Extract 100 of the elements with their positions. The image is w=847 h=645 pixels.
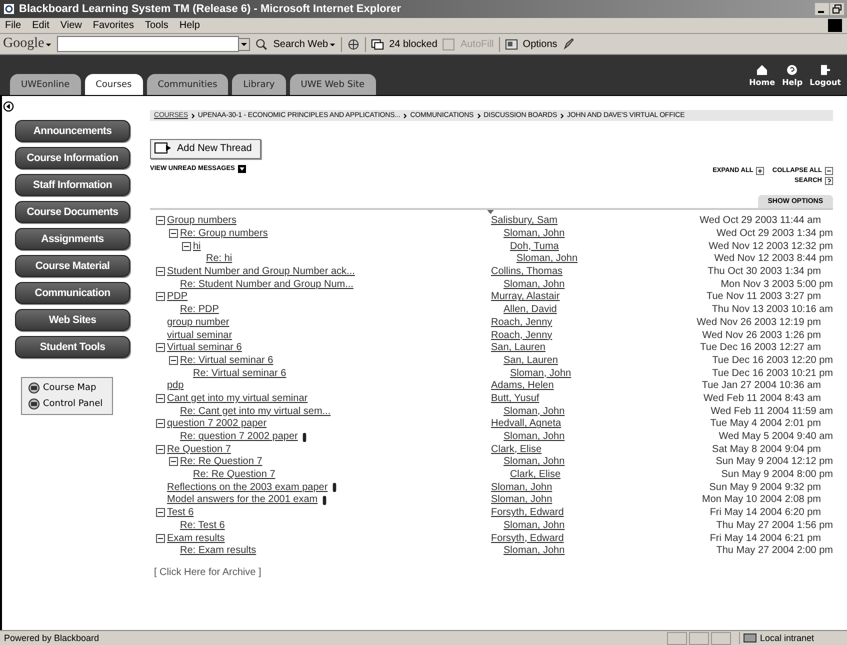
author-link[interactable]: Murray, Alastair	[491, 291, 671, 302]
author-link[interactable]: Sloman, John	[504, 406, 684, 417]
author-link[interactable]: Clark, Elise	[491, 444, 671, 455]
course-menu-button[interactable]: Web Sites	[15, 309, 130, 331]
thread-subject-link[interactable]: Re: Exam results	[180, 545, 256, 556]
thread-subject-link[interactable]: Group numbers	[167, 215, 236, 226]
thread-subject-link[interactable]: Re Question 7	[167, 444, 231, 455]
thread-subject-link[interactable]: Exam results	[167, 532, 225, 544]
minus-icon[interactable]	[156, 534, 165, 543]
thread-subject-link[interactable]: hi	[193, 240, 201, 252]
course-map-link[interactable]: Course Map	[43, 383, 96, 393]
tab[interactable]: UWE Web Site	[290, 74, 376, 95]
minus-icon[interactable]	[156, 343, 165, 352]
minus-icon[interactable]	[156, 419, 165, 428]
minus-icon[interactable]	[169, 457, 178, 466]
pencil-icon[interactable]	[562, 38, 576, 50]
author-link[interactable]: Sloman, John	[504, 520, 684, 531]
author-link[interactable]: Sloman, John	[504, 228, 684, 240]
tab[interactable]: Communities	[146, 74, 228, 95]
minimize-button[interactable]	[815, 3, 829, 15]
thread-subject-link[interactable]: Test 6	[167, 507, 194, 518]
round-icon[interactable]	[28, 382, 40, 394]
options-button[interactable]: Options	[522, 38, 558, 50]
windows-icon[interactable]	[371, 38, 384, 50]
author-link[interactable]: Forsyth, Edward	[491, 507, 671, 518]
author-link[interactable]: Sloman, John	[504, 278, 684, 290]
thread-subject-link[interactable]: group number	[167, 316, 230, 328]
thread-subject-link[interactable]: Model answers for the 2001 exam	[167, 494, 318, 506]
help-link[interactable]: Help	[782, 78, 803, 86]
door-icon[interactable]	[819, 64, 832, 76]
options-icon[interactable]	[504, 38, 518, 50]
thread-subject-link[interactable]: Re: Group numbers	[180, 228, 268, 240]
minus-icon[interactable]	[182, 242, 191, 251]
author-link[interactable]: Clark, Elise	[510, 469, 686, 480]
search-field[interactable]	[57, 36, 240, 52]
author-link[interactable]: Butt, Yusuf	[491, 392, 671, 404]
thread-subject-link[interactable]: Virtual seminar 6	[167, 342, 242, 354]
home-link[interactable]: Home	[749, 78, 776, 86]
thread-subject-link[interactable]: Re: Virtual seminar 6	[180, 354, 274, 366]
minus-icon[interactable]	[169, 356, 178, 365]
author-link[interactable]: Doh, Tuma	[510, 240, 686, 252]
thread-subject-link[interactable]: Cant get into my virtual seminar	[167, 392, 308, 404]
archive-link[interactable]: [ Click Here for Archive ]	[154, 567, 833, 578]
thread-subject-link[interactable]: virtual seminar	[167, 330, 232, 341]
menu-item[interactable]: Edit	[32, 20, 50, 31]
thread-subject-link[interactable]: Reflections on the 2003 exam paper	[167, 482, 328, 493]
minus-icon[interactable]	[156, 216, 165, 226]
minus-icon[interactable]	[156, 444, 165, 454]
tab[interactable]: UWEonline	[10, 74, 81, 95]
add-thread-button[interactable]: Add New Thread	[150, 138, 261, 158]
author-link[interactable]: Collins, Thomas	[491, 266, 671, 278]
menu-item[interactable]: File	[5, 20, 22, 31]
author-link[interactable]: Allen, David	[504, 304, 684, 316]
thread-subject-link[interactable]: Re: Re Question 7	[193, 469, 276, 480]
help-icon[interactable]	[786, 64, 798, 76]
course-menu-button[interactable]: Course Information	[15, 147, 130, 169]
minus-icon[interactable]	[825, 166, 833, 174]
course-menu-button[interactable]: Staff Information	[15, 174, 130, 196]
minus-icon[interactable]	[156, 508, 165, 518]
thread-subject-link[interactable]: Re: Cant get into my virtual sem...	[180, 406, 331, 417]
help-icon[interactable]	[825, 176, 833, 184]
author-link[interactable]: Forsyth, Edward	[491, 532, 671, 544]
popup-blocker-button[interactable]: 24 blocked	[389, 38, 438, 50]
thread-subject-link[interactable]: PDP	[167, 291, 188, 302]
course-menu-button[interactable]: Course Documents	[15, 201, 130, 223]
collapse-menu-icon[interactable]	[3, 101, 14, 112]
caret-icon[interactable]	[45, 40, 52, 48]
thread-subject-link[interactable]: Re: Test 6	[180, 520, 225, 531]
restore-button[interactable]	[830, 3, 844, 15]
thread-subject-link[interactable]: question 7 2002 paper	[167, 418, 267, 430]
thread-subject-link[interactable]: Re: PDP	[180, 304, 219, 316]
author-link[interactable]: Sloman, John	[504, 431, 684, 442]
author-link[interactable]: San, Lauren	[504, 354, 684, 366]
course-menu-button[interactable]: Announcements	[15, 120, 130, 142]
menu-item[interactable]: Tools	[144, 20, 168, 31]
author-link[interactable]: Sloman, John	[491, 494, 671, 506]
thread-subject-link[interactable]: Re: Re Question 7	[180, 456, 262, 468]
thread-subject-link[interactable]: Re: Virtual seminar 6	[193, 368, 286, 379]
author-link[interactable]: Sloman, John	[516, 253, 690, 264]
thread-subject-link[interactable]: Student Number and Group Number ack...	[167, 266, 355, 278]
author-link[interactable]: Sloman, John	[491, 482, 671, 493]
thread-subject-link[interactable]: Re: Student Number and Group Num...	[180, 278, 354, 290]
author-link[interactable]: Roach, Jenny	[491, 330, 671, 341]
author-link[interactable]: Hedvall, Agneta	[491, 418, 671, 430]
minus-icon[interactable]	[156, 292, 165, 302]
caret-icon[interactable]	[329, 40, 336, 48]
minus-icon[interactable]	[156, 267, 165, 276]
author-link[interactable]: Sloman, John	[510, 368, 686, 379]
house-icon[interactable]	[756, 64, 768, 76]
author-link[interactable]: Salisbury, Sam	[491, 215, 671, 226]
course-menu-button[interactable]: Course Material	[15, 255, 130, 277]
course-menu-button[interactable]: Communication	[15, 282, 130, 304]
minus-icon[interactable]	[156, 394, 165, 403]
author-link[interactable]: Adams, Helen	[491, 380, 671, 392]
round-icon[interactable]	[28, 398, 40, 410]
logout-link[interactable]: Logout	[810, 78, 841, 86]
tab[interactable]: Library	[232, 74, 286, 95]
minus-icon[interactable]	[169, 229, 178, 238]
plus-icon[interactable]	[756, 166, 764, 174]
thread-subject-link[interactable]: pdp	[167, 380, 184, 392]
